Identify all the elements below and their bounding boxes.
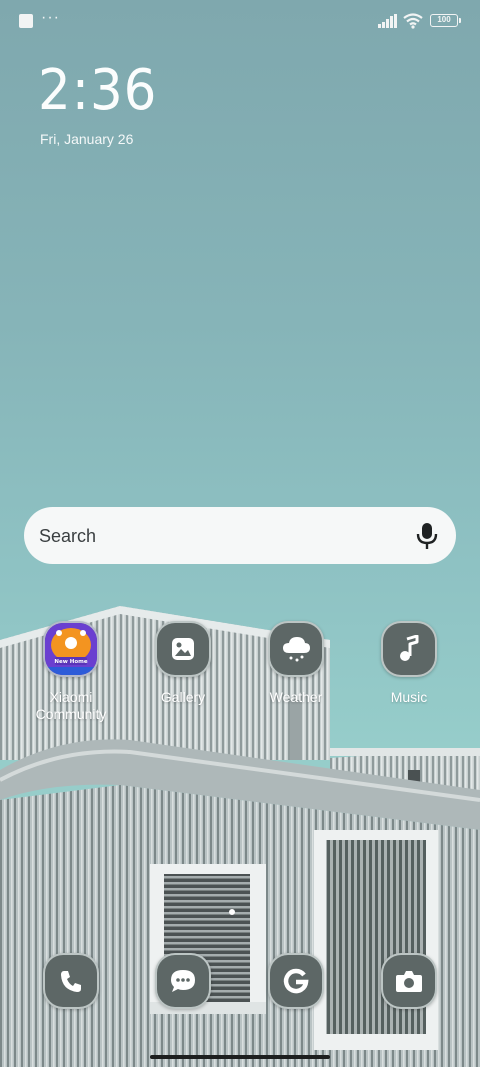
xiaomi-community-icon[interactable]: New Home	[43, 621, 99, 677]
wifi-icon	[403, 13, 423, 29]
google-icon[interactable]	[268, 953, 324, 1009]
app-music[interactable]: Music	[354, 621, 464, 706]
mic-icon[interactable]	[416, 522, 438, 550]
page-indicator-dot	[229, 909, 235, 915]
gallery-icon[interactable]	[155, 621, 211, 677]
clock-time: 2:36	[38, 58, 158, 123]
clock-date: Fri, January 26	[40, 131, 134, 147]
battery-indicator: 100	[430, 14, 461, 27]
app-label-music: Music	[390, 689, 428, 705]
app-label-xiaomi-community: Xiaomi Community	[35, 689, 107, 722]
app-xiaomi-community[interactable]: New Home Xiaomi Community	[16, 621, 126, 723]
signal-icon	[378, 14, 397, 28]
search-label: Search	[39, 526, 97, 546]
app-weather[interactable]: Weather	[241, 621, 351, 706]
status-bar: ··· 100	[0, 0, 480, 42]
weather-icon[interactable]	[268, 621, 324, 677]
messages-icon[interactable]	[155, 953, 211, 1009]
camera-icon[interactable]	[381, 953, 437, 1009]
home-gesture-bar[interactable]	[150, 1055, 330, 1059]
app-label-gallery: Gallery	[160, 689, 206, 705]
overflow-indicator: ···	[41, 9, 60, 26]
search-bar[interactable]: Search	[24, 507, 456, 564]
phone-icon[interactable]	[43, 953, 99, 1009]
music-icon[interactable]	[381, 621, 437, 677]
notification-square-icon	[19, 14, 33, 28]
app-label-weather: Weather	[269, 689, 323, 705]
xiaomi-badge-text: New Home	[54, 659, 87, 665]
app-gallery[interactable]: Gallery	[128, 621, 238, 706]
